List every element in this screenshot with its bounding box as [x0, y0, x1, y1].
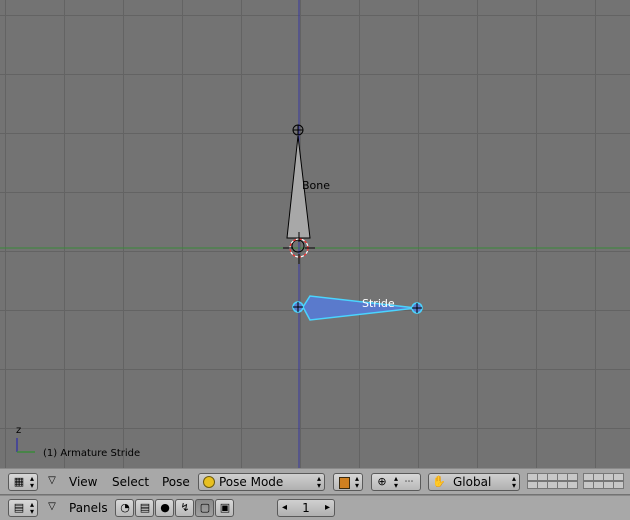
frame-increment-icon[interactable]: ▸: [325, 500, 330, 516]
bone-root-joint[interactable]: [291, 239, 305, 253]
bone-name-label: Bone: [302, 179, 331, 192]
editing-square-icon: ▢: [199, 501, 211, 514]
draw-type-arrows-icon: ▴ ▾: [354, 474, 359, 490]
menu-select[interactable]: Select: [112, 475, 149, 489]
orientation-select[interactable]: ✋ Global ▴ ▾: [428, 473, 520, 491]
shading-sphere-icon: ●: [160, 501, 170, 514]
layer-button-9[interactable]: [613, 473, 624, 481]
scene-image-icon: ▣: [219, 501, 231, 514]
script-icon: ▤: [139, 501, 151, 514]
editing-context-button[interactable]: ▢: [195, 499, 214, 517]
object-axes-icon: ↯: [180, 501, 190, 514]
buttons-window-icon: ▤: [13, 501, 25, 514]
updown-arrows-icon: ▴ ▾: [29, 474, 34, 490]
align-pivot-icon[interactable]: ⋯: [402, 474, 416, 490]
bone-stride[interactable]: [292, 295, 423, 321]
frame-number-field[interactable]: ◂ 1 ▸: [277, 499, 335, 517]
collapse-triangle-icon[interactable]: ▽: [45, 473, 59, 489]
logic-icon: ◔: [120, 501, 130, 514]
window-type-menu[interactable]: ▦ ▴ ▾: [8, 473, 38, 491]
frame-decrement-icon[interactable]: ◂: [282, 500, 287, 516]
viewport-canvas: [0, 0, 630, 468]
pivot-arrows-icon: ▴ ▾: [393, 474, 398, 490]
logic-context-button[interactable]: ◔: [115, 499, 134, 517]
orientation-arrows-icon: ▴ ▾: [511, 474, 516, 490]
pivot-icon: ⊕: [377, 475, 387, 488]
object-context-button[interactable]: ↯: [175, 499, 194, 517]
stride-name-label: Stride: [362, 297, 395, 310]
shading-cube-icon: [339, 477, 350, 489]
mode-arrows-icon: ▴ ▾: [316, 474, 321, 490]
hand-icon[interactable]: ✋: [431, 474, 447, 490]
scene-context-button[interactable]: ▣: [215, 499, 234, 517]
viewport-header: ▦ ▴ ▾ ▽ View Select Pose Pose Mode ▴ ▾ ▴ ▾ …: [0, 468, 630, 494]
mode-select[interactable]: Pose Mode ▴ ▾: [198, 473, 325, 491]
buttons-window-type-menu[interactable]: ▤ ▴ ▾: [8, 499, 38, 517]
3d-viewport[interactable]: Bone Stride z (1) Armature Stride: [0, 0, 630, 468]
draw-type-menu[interactable]: ▴ ▾: [333, 473, 363, 491]
frame-value: 1: [302, 501, 310, 515]
layer-button-5[interactable]: [567, 473, 578, 481]
mode-value: Pose Mode: [219, 475, 284, 489]
collapse-triangle-icon-2[interactable]: ▽: [45, 499, 59, 515]
layer-button-15[interactable]: [567, 481, 578, 489]
view3d-grid-icon: ▦: [13, 475, 25, 488]
shading-context-button[interactable]: ●: [155, 499, 174, 517]
layer-button-19[interactable]: [613, 481, 624, 489]
menu-pose[interactable]: Pose: [162, 475, 190, 489]
pivot-menu[interactable]: ⊕ ▴ ▾ ⋯: [371, 473, 421, 491]
buttons-window-header: ▤ ▴ ▾ ▽ Panels ◔ ▤ ● ↯ ▢ ▣ ◂ 1 ▸: [0, 495, 630, 520]
menu-panels[interactable]: Panels: [69, 501, 108, 515]
object-status-text: (1) Armature Stride: [43, 448, 141, 459]
script-context-button[interactable]: ▤: [135, 499, 154, 517]
gizmo-z-label: z: [16, 425, 22, 436]
pose-mode-smiley-icon: [203, 476, 215, 488]
menu-view[interactable]: View: [69, 475, 97, 489]
orientation-value: Global: [453, 475, 492, 489]
context-button-group: ◔ ▤ ● ↯ ▢ ▣: [115, 499, 235, 517]
buttons-window-arrows-icon: ▴ ▾: [29, 500, 34, 516]
axis-gizmo: [16, 438, 35, 453]
stride-body[interactable]: [302, 295, 417, 321]
